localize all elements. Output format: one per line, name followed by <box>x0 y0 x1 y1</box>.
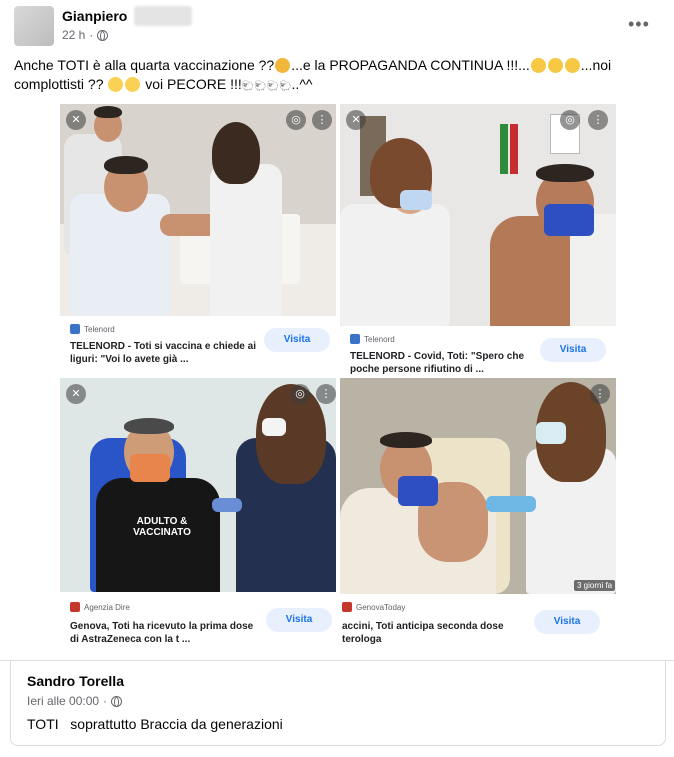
lens-icon[interactable]: ◎ <box>560 110 580 130</box>
laughing-emoji-icon <box>530 58 546 73</box>
post-meta: 22 h · <box>62 28 109 42</box>
post-text-part-2: ...e la PROPAGANDA CONTINUA !!!... <box>291 57 530 73</box>
post-text-part-4: voi PECORE !!! <box>141 76 242 92</box>
close-icon[interactable]: ✕ <box>66 110 86 130</box>
image-age-label: 3 giorni fa <box>574 580 616 591</box>
laughing-emoji-icon <box>547 58 563 73</box>
visit-button[interactable]: Visita <box>266 608 332 632</box>
post-author-name[interactable]: Gianpiero <box>62 8 127 24</box>
result-caption: Agenzia Dire Genova, Toti ha ricevuto la… <box>60 592 336 660</box>
result-caption: Telenord TELENORD - Toti si vaccina e ch… <box>60 316 336 376</box>
visit-button[interactable]: Visita <box>534 610 600 634</box>
facebook-post: Gianpiero 22 h · ••• Anche TOTI è alla q… <box>0 0 674 757</box>
result-photo[interactable]: ADULTO & VACCINATO ✕ ◎ ⋮ <box>60 378 336 592</box>
source-logo-icon <box>70 602 80 612</box>
source-logo-icon <box>342 602 352 612</box>
more-icon[interactable]: ⋮ <box>588 110 608 130</box>
post-text-part-1: Anche TOTI è alla quarta vaccinazione ?? <box>14 57 275 73</box>
search-result-card[interactable]: ⋮ 3 giorni fa GenovaToday accini, Toti a… <box>340 378 616 660</box>
laughing-emoji-icon <box>564 58 580 73</box>
more-icon[interactable]: ⋮ <box>312 110 332 130</box>
visit-button[interactable]: Visita <box>264 328 330 352</box>
author-surname-blur <box>134 6 192 26</box>
comment-meta: Ieri alle 00:00 · <box>27 694 123 708</box>
search-result-card[interactable]: ✕ ◎ ⋮ Telenord TELENORD - Covid, Toti: "… <box>340 104 616 376</box>
result-headline[interactable]: TELENORD - Covid, Toti: "Spero che poche… <box>350 350 524 376</box>
result-headline[interactable]: TELENORD - Toti si vaccina e chiede ai l… <box>70 340 256 366</box>
separator-dot: · <box>103 694 108 708</box>
thinking-emoji-icon <box>275 58 291 73</box>
result-caption: GenovaToday accini, Toti anticipa second… <box>340 594 616 660</box>
post-text: Anche TOTI è alla quarta vaccinazione ??… <box>14 56 654 96</box>
result-photo[interactable]: ✕ ◎ ⋮ <box>340 104 616 326</box>
comment-text: TOTI soprattutto Braccia da generazioni <box>27 716 283 732</box>
comment-box: Sandro Torella Ieri alle 00:00 · TOTI so… <box>10 660 666 746</box>
post-time[interactable]: 22 h <box>62 28 85 42</box>
result-source: Telenord <box>70 324 115 334</box>
more-options-icon[interactable]: ••• <box>628 14 650 35</box>
globe-icon <box>97 29 109 41</box>
result-source: GenovaToday <box>342 602 405 612</box>
visit-button[interactable]: Visita <box>540 338 606 362</box>
result-photo[interactable]: ✕ ◎ ⋮ <box>60 104 336 316</box>
source-logo-icon <box>350 334 360 344</box>
hushed-emoji-icon <box>108 77 124 92</box>
result-photo[interactable]: ⋮ 3 giorni fa <box>340 378 616 594</box>
result-source: Telenord <box>350 334 395 344</box>
search-result-card[interactable]: ADULTO & VACCINATO ✕ ◎ ⋮ Agenzia Dire Ge… <box>60 378 336 660</box>
lens-icon[interactable]: ◎ <box>290 384 310 404</box>
more-icon[interactable]: ⋮ <box>590 384 610 404</box>
lens-icon[interactable]: ◎ <box>286 110 306 130</box>
result-headline[interactable]: Genova, Toti ha ricevuto la prima dose d… <box>70 620 253 646</box>
post-image-grid[interactable]: ✕ ◎ ⋮ Telenord TELENORD - Toti si vaccin… <box>60 104 616 660</box>
result-source: Agenzia Dire <box>70 602 130 612</box>
close-icon[interactable]: ✕ <box>346 110 366 130</box>
close-icon[interactable]: ✕ <box>66 384 86 404</box>
separator-dot: · <box>89 28 94 42</box>
result-caption: Telenord TELENORD - Covid, Toti: "Spero … <box>340 326 616 376</box>
source-logo-icon <box>70 324 80 334</box>
author-avatar[interactable] <box>14 6 54 46</box>
comment-time[interactable]: Ieri alle 00:00 <box>27 694 99 708</box>
comment-author[interactable]: Sandro Torella <box>27 673 124 689</box>
result-headline[interactable]: accini, Toti anticipa seconda dose terol… <box>342 620 504 646</box>
more-icon[interactable]: ⋮ <box>316 384 336 404</box>
post-text-part-5: ..^^ <box>291 76 313 92</box>
shirt-print: ADULTO & VACCINATO <box>133 516 191 538</box>
hushed-emoji-icon <box>125 77 141 92</box>
sheep-emojis: 🐑🐑🐑🐑 <box>241 81 292 92</box>
globe-icon <box>111 695 123 707</box>
search-result-card[interactable]: ✕ ◎ ⋮ Telenord TELENORD - Toti si vaccin… <box>60 104 336 376</box>
